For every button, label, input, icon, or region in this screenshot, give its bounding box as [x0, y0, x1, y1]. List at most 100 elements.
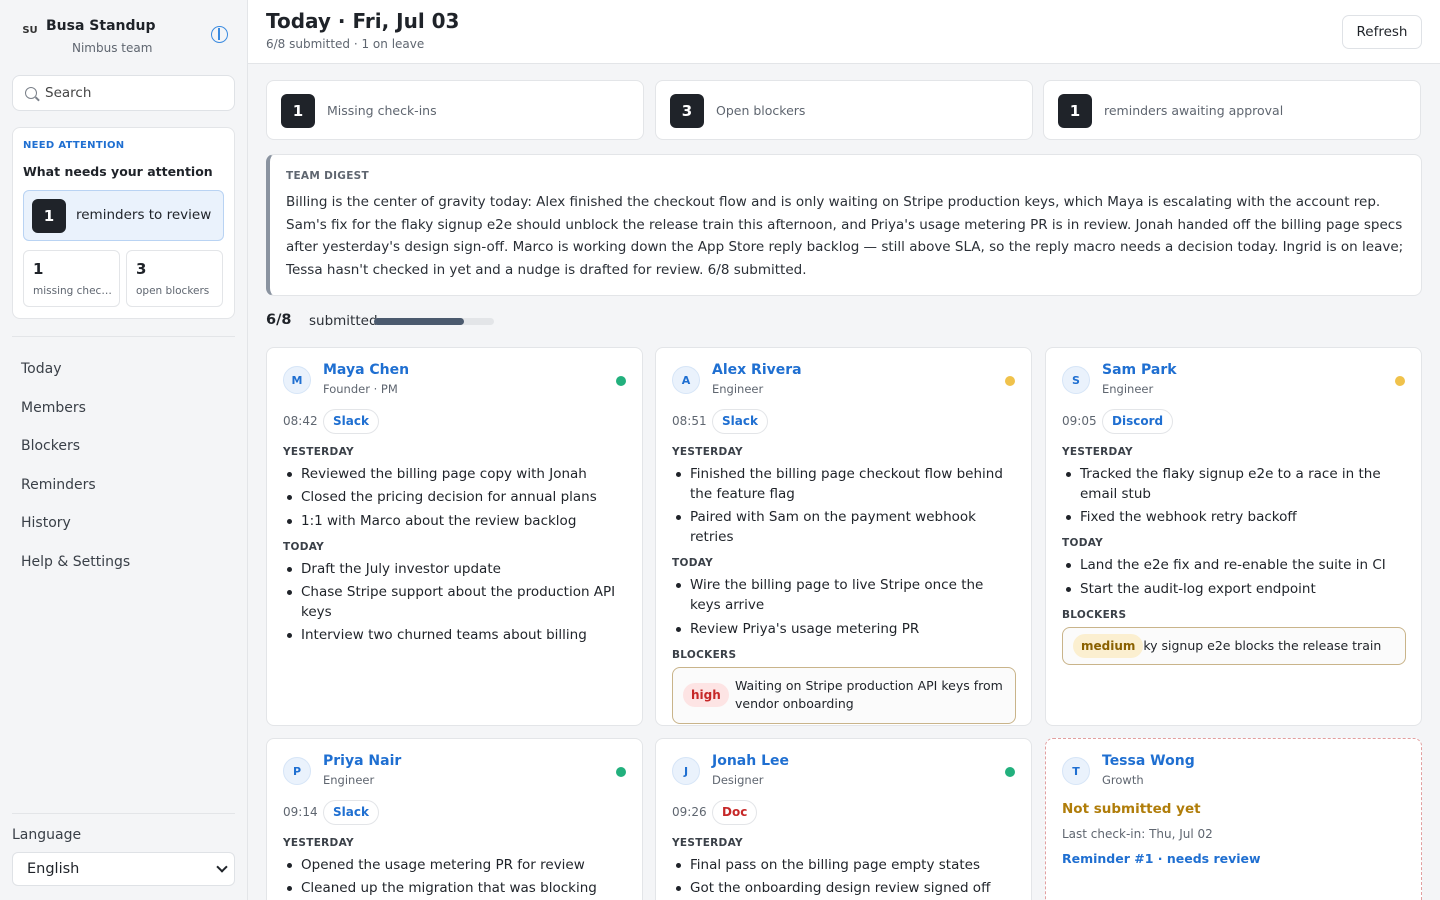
- reminder-review-link[interactable]: Reminder #1 · needs review: [1062, 851, 1261, 866]
- member-name[interactable]: Priya Nair: [323, 753, 401, 769]
- list-item: 1:1 with Marco about the review backlog: [283, 511, 628, 531]
- list-item: Chase Stripe support about the productio…: [283, 582, 628, 622]
- blocker-item[interactable]: medium Flaky signup e2e blocks the relea…: [1062, 626, 1406, 666]
- missing-label: missing check-ins: [33, 285, 115, 297]
- avatar: T: [1062, 757, 1090, 785]
- submit-time: 09:26: [672, 805, 707, 819]
- progress-label: submitted: [309, 313, 378, 329]
- stat-missing-checkins[interactable]: 1 Missing check-ins: [266, 80, 644, 140]
- list-item: Interview two churned teams about billin…: [283, 625, 628, 645]
- status-online-indicator: [616, 376, 626, 386]
- nav-item-history[interactable]: History: [12, 504, 235, 543]
- submit-time: 08:51: [672, 414, 707, 428]
- today-list: Land the e2e fix and re-enable the suite…: [1062, 555, 1407, 598]
- standup-sections: YESTERDAY Opened the usage metering PR f…: [283, 837, 628, 900]
- yesterday-heading: YESTERDAY: [672, 837, 743, 849]
- status-away-indicator: [1395, 376, 1405, 386]
- blockers-heading: BLOCKERS: [672, 648, 737, 661]
- page-header: Today · Fri, Jul 03 6/8 submitted · 1 on…: [248, 0, 1440, 64]
- progress-count: 6/8: [266, 312, 292, 328]
- member-card-sam: S Sam Park Engineer 09:05 Discord YESTER…: [1045, 347, 1422, 726]
- last-checkin: Last check-in: Thu, Jul 02: [1062, 827, 1213, 841]
- member-role: Designer: [712, 773, 764, 787]
- list-item: Paired with Sam on the payment webhook r…: [672, 507, 1017, 547]
- standup-sections: YESTERDAY Finished the billing page chec…: [672, 446, 1017, 724]
- source-badge: Slack: [323, 409, 379, 434]
- member-role: Engineer: [1102, 382, 1154, 396]
- open-blockers-card[interactable]: 3 open blockers: [126, 250, 223, 307]
- yesterday-heading: YESTERDAY: [1062, 446, 1133, 458]
- sidebar: SU Busa Standup Nimbus team NEED ATTENTI…: [0, 0, 248, 900]
- member-card-tessa: T Tessa Wong Growth Not submitted yet La…: [1045, 738, 1422, 900]
- nav-item-members[interactable]: Members: [12, 389, 235, 428]
- blockers-count: 3: [136, 260, 147, 278]
- stat-value: 3: [670, 94, 704, 128]
- search-input[interactable]: [45, 83, 225, 103]
- nav-item-today[interactable]: Today: [12, 350, 235, 389]
- today-heading: TODAY: [1062, 537, 1104, 550]
- member-name[interactable]: Jonah Lee: [712, 753, 789, 769]
- today-heading: TODAY: [672, 557, 714, 570]
- attention-panel: NEED ATTENTION What needs your attention…: [12, 127, 235, 319]
- submit-time: 08:42: [283, 414, 318, 428]
- stat-reminders-awaiting[interactable]: 1 reminders awaiting approval: [1043, 80, 1421, 140]
- member-role: Engineer: [712, 382, 764, 396]
- status-away-indicator: [1005, 376, 1015, 386]
- stat-open-blockers[interactable]: 3 Open blockers: [655, 80, 1033, 140]
- blocker-item[interactable]: high Waiting on Stripe production API ke…: [672, 666, 1016, 724]
- list-item: Finished the billing page checkout flow …: [672, 464, 1017, 504]
- team-name: Nimbus team: [72, 41, 153, 55]
- refresh-button[interactable]: Refresh: [1342, 15, 1422, 49]
- missing-checkins-card[interactable]: 1 missing check-ins: [23, 250, 120, 307]
- yesterday-heading: YESTERDAY: [283, 837, 354, 849]
- list-item: Closed the pricing decision for annual p…: [283, 487, 628, 507]
- list-item: Got the onboarding design review signed …: [672, 878, 1017, 898]
- standup-sections: YESTERDAY Reviewed the billing page copy…: [283, 446, 628, 655]
- reminders-count: 1: [32, 199, 66, 233]
- source-badge: Doc: [712, 800, 758, 825]
- source-badge: Slack: [712, 409, 768, 434]
- sidebar-divider: [12, 813, 235, 814]
- not-submitted-label: Not submitted yet: [1062, 801, 1201, 817]
- list-item: Wire the billing page to live Stripe onc…: [672, 575, 1017, 615]
- member-name[interactable]: Sam Park: [1102, 362, 1177, 378]
- member-card-maya: M Maya Chen Founder · PM 08:42 Slack YES…: [266, 347, 643, 726]
- brand: SU Busa Standup Nimbus team: [20, 16, 232, 60]
- standup-sections: YESTERDAY Final pass on the billing page…: [672, 837, 1017, 900]
- yesterday-list: Opened the usage metering PR for review …: [283, 855, 628, 898]
- app-name: Busa Standup: [46, 18, 156, 34]
- today-list: Wire the billing page to live Stripe onc…: [672, 575, 1017, 638]
- list-item: Final pass on the billing page empty sta…: [672, 855, 1017, 875]
- nav-item-blockers[interactable]: Blockers: [12, 427, 235, 466]
- yesterday-heading: YESTERDAY: [672, 446, 743, 458]
- list-item: Opened the usage metering PR for review: [283, 855, 628, 875]
- digest-kicker: TEAM DIGEST: [286, 170, 370, 182]
- language-select[interactable]: English: [12, 852, 235, 886]
- nav-item-help-settings[interactable]: Help & Settings: [12, 543, 235, 582]
- status-online-indicator: [1005, 767, 1015, 777]
- reminders-to-review-card[interactable]: 1 reminders to review: [23, 190, 224, 241]
- member-name[interactable]: Tessa Wong: [1102, 753, 1195, 769]
- search-box[interactable]: [12, 75, 235, 111]
- member-role: Growth: [1102, 773, 1144, 787]
- yesterday-heading: YESTERDAY: [283, 446, 354, 458]
- blocker-text: Waiting on Stripe production API keys fr…: [735, 677, 1003, 712]
- nav-item-reminders[interactable]: Reminders: [12, 466, 235, 505]
- missing-count: 1: [33, 260, 44, 278]
- yesterday-list: Reviewed the billing page copy with Jona…: [283, 464, 628, 531]
- sidebar-toggle-icon[interactable]: [211, 26, 228, 43]
- chevron-down-icon: [216, 861, 228, 873]
- page-subtitle: 6/8 submitted · 1 on leave: [266, 37, 425, 51]
- yesterday-list: Tracked the flaky signup e2e to a race i…: [1062, 464, 1407, 527]
- list-item: Fixed the webhook retry backoff: [1062, 507, 1407, 527]
- attention-kicker: NEED ATTENTION: [23, 140, 125, 151]
- member-name[interactable]: Maya Chen: [323, 362, 409, 378]
- avatar: J: [672, 757, 700, 785]
- attention-title: What needs your attention: [23, 164, 213, 179]
- search-icon: [25, 87, 37, 99]
- list-item: Cleaned up the migration that was blocki…: [283, 878, 628, 898]
- member-name[interactable]: Alex Rivera: [712, 362, 802, 378]
- yesterday-list: Finished the billing page checkout flow …: [672, 464, 1017, 547]
- severity-badge: medium: [1073, 633, 1144, 658]
- blocker-text: Flaky signup e2e blocks the release trai…: [1125, 637, 1382, 653]
